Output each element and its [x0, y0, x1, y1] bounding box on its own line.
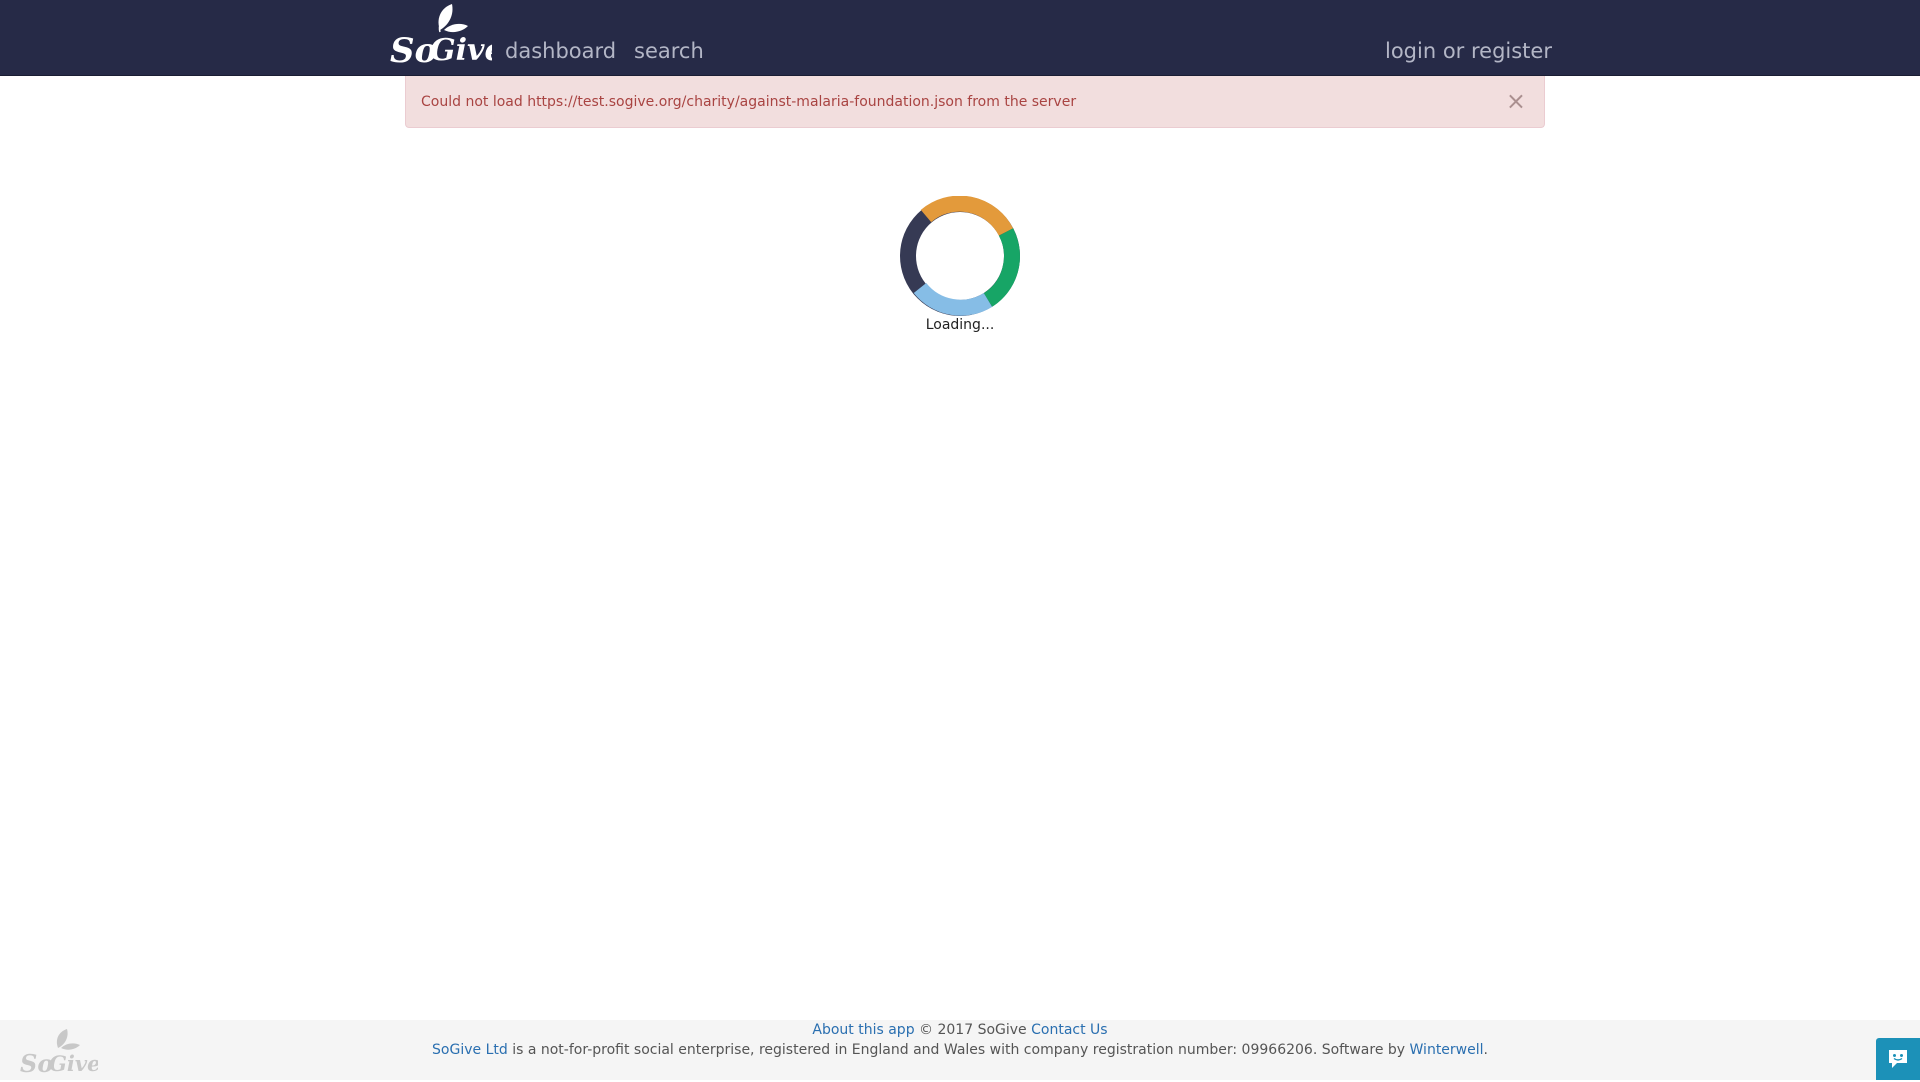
footer: So Give About this app © 2017 SoGive Con…: [0, 1020, 1920, 1080]
contact-us-link[interactable]: Contact Us: [1031, 1022, 1107, 1038]
nav-search-link[interactable]: search: [634, 36, 704, 66]
loading-spinner: Loading...: [894, 193, 1026, 343]
error-alert: Could not load https://test.sogive.org/c…: [405, 76, 1545, 128]
close-icon[interactable]: ×: [1506, 86, 1526, 116]
top-navbar: So Give dashboard search login or regist…: [0, 0, 1920, 76]
footer-line-1: About this app © 2017 SoGive Contact Us: [0, 1020, 1920, 1040]
sogive-ltd-link[interactable]: SoGive Ltd: [432, 1042, 508, 1058]
login-register-link[interactable]: login or register: [1385, 36, 1552, 66]
footer-period: .: [1483, 1042, 1488, 1058]
about-app-link[interactable]: About this app: [812, 1022, 914, 1038]
chat-bubble-icon: [1889, 1050, 1907, 1068]
footer-line-2: SoGive Ltd is a not-for-profit social en…: [0, 1040, 1920, 1060]
svg-text:Give: Give: [430, 33, 492, 68]
alert-message: Could not load https://test.sogive.org/c…: [421, 94, 1077, 110]
chat-button[interactable]: [1876, 1038, 1920, 1080]
winterwell-link[interactable]: Winterwell: [1410, 1042, 1484, 1058]
sogive-logo[interactable]: So Give: [388, 0, 504, 71]
copyright-text: © 2017 SoGive: [914, 1022, 1032, 1038]
spinner-ring-icon: [900, 196, 1020, 316]
loading-text: Loading...: [925, 317, 995, 333]
company-description: is a not-for-profit social enterprise, r…: [507, 1042, 1410, 1058]
nav-dashboard-link[interactable]: dashboard: [505, 36, 616, 66]
